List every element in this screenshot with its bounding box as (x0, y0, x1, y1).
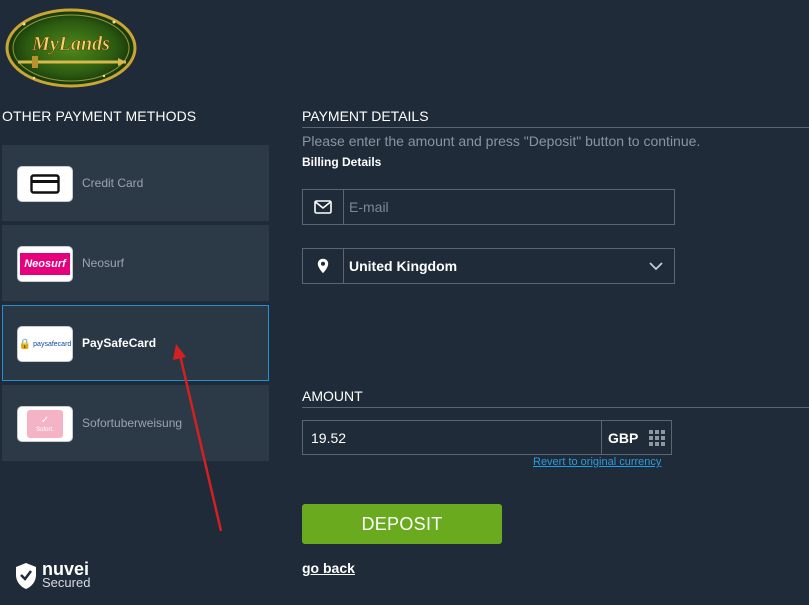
annotation-arrow (173, 344, 223, 532)
